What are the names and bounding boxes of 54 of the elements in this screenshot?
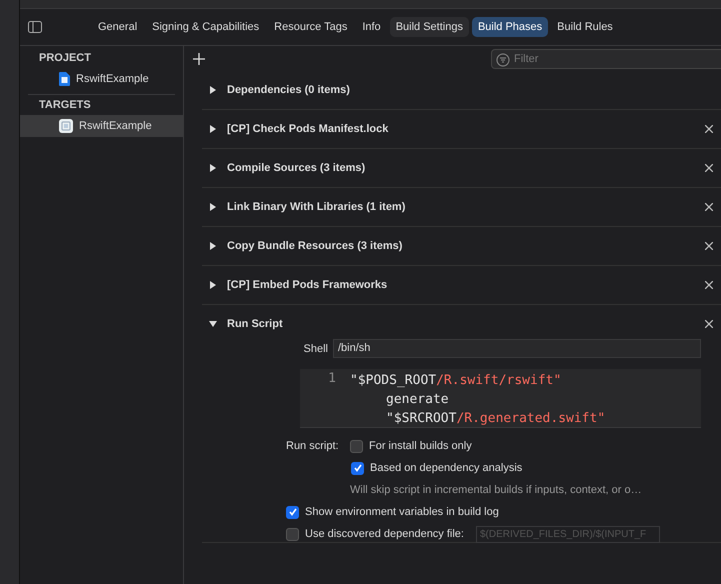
expand-triangle-icon[interactable] <box>209 86 217 94</box>
tab[interactable]: Info <box>356 17 387 37</box>
code-line: "$PODS_ROOT/R.swift/rswift" <box>350 372 562 390</box>
expand-triangle-icon[interactable] <box>209 164 217 172</box>
run-script-label: Run script: <box>286 440 340 452</box>
filter-icon <box>496 52 510 66</box>
checkbox[interactable] <box>286 506 299 518</box>
expand-triangle-icon[interactable] <box>209 281 217 289</box>
close-icon[interactable] <box>705 281 713 289</box>
checkbox-label: Use discovered dependency file: <box>305 528 464 540</box>
section-header: PROJECT <box>38 51 92 66</box>
code-line: "$SRCROOT/R.generated.swift" <box>385 410 606 428</box>
add-icon[interactable] <box>193 52 205 64</box>
checkbox[interactable] <box>286 528 299 540</box>
hint-text: Will skip script in incremental builds if inputs, context, or o… <box>350 484 642 496</box>
checkbox[interactable] <box>351 462 364 474</box>
phase-title: [CP] Check Pods Manifest.lock <box>227 123 390 135</box>
close-icon[interactable] <box>705 125 713 133</box>
document-icon <box>59 72 70 86</box>
close-icon[interactable] <box>705 203 713 211</box>
section-header: TARGETS <box>38 98 92 113</box>
line-number: 1 <box>328 371 336 386</box>
tab[interactable]: Resource Tags <box>268 17 354 37</box>
phase-title: Dependencies (0 items) <box>227 84 351 96</box>
checkbox[interactable] <box>350 440 363 452</box>
tab[interactable]: Signing & Capabilities <box>146 17 266 37</box>
tab[interactable]: General <box>92 17 144 37</box>
tab[interactable]: Build Settings <box>390 17 469 37</box>
phase-title: Compile Sources (3 items) <box>227 162 366 174</box>
expand-triangle-icon[interactable] <box>209 203 217 211</box>
tab[interactable]: Build Rules <box>551 17 619 37</box>
expand-triangle-icon[interactable] <box>209 125 217 133</box>
sidebar-toggle-icon[interactable] <box>28 21 42 33</box>
sidebar-item[interactable]: RswiftExample <box>20 68 183 90</box>
checkbox-label: Show environment variables in build log <box>305 506 499 518</box>
tab[interactable]: Build Phases <box>472 17 548 37</box>
shell-field[interactable]: /bin/sh <box>333 339 701 358</box>
code-editor[interactable]: 1 "$PODS_ROOT/R.swift/rswift" generate "$SRCROOT/R.generated.swift" <box>300 369 701 428</box>
checkbox-label: For install builds only <box>369 440 472 452</box>
close-icon[interactable] <box>705 320 713 328</box>
sidebar-item[interactable]: RswiftExample <box>20 115 183 137</box>
filter-field[interactable]: Filter <box>491 48 721 68</box>
shell-label: Shell <box>302 342 328 354</box>
app-icon <box>59 119 73 133</box>
checkbox-label: Based on dependency analysis <box>370 462 522 474</box>
phase-title: Link Binary With Libraries (1 item) <box>227 201 406 213</box>
expand-triangle-icon[interactable] <box>209 242 217 250</box>
collapse-triangle-icon[interactable] <box>209 320 217 328</box>
phase-title: Run Script <box>227 318 284 330</box>
close-icon[interactable] <box>705 242 713 250</box>
code-line: generate <box>385 391 450 409</box>
phase-title: [CP] Embed Pods Frameworks <box>227 279 388 291</box>
phase-title: Copy Bundle Resources (3 items) <box>227 240 404 252</box>
close-icon[interactable] <box>705 164 713 172</box>
